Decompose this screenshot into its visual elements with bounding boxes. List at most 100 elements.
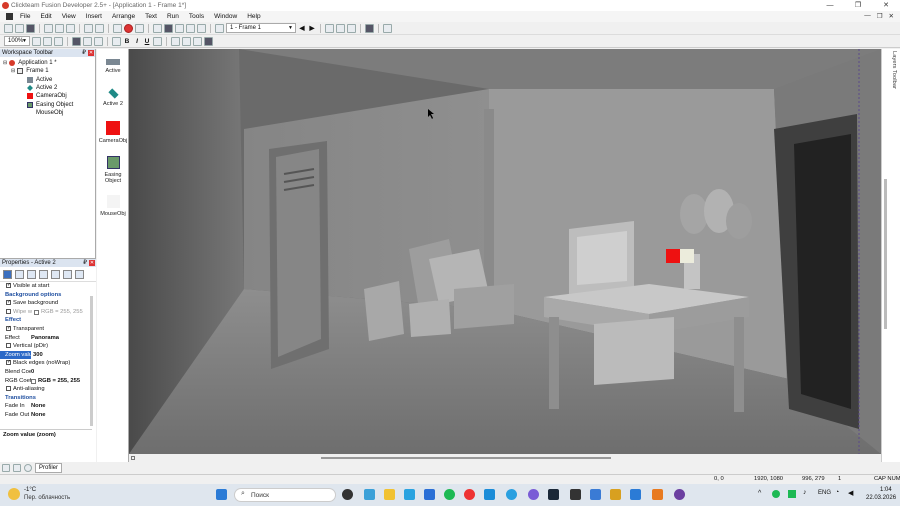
clock-date[interactable]: 22.03.2026 <box>866 495 896 501</box>
prop-transparent[interactable]: Transparent <box>0 324 96 334</box>
frame-select[interactable]: 1 - Frame 1 ▼ <box>226 23 296 33</box>
profiler-icon[interactable] <box>24 464 32 472</box>
start-icon[interactable] <box>216 489 227 500</box>
doc-close-button[interactable]: ✕ <box>889 12 894 20</box>
prop-fade-out[interactable]: Fade Out None <box>0 411 96 420</box>
paste-icon[interactable] <box>66 23 75 33</box>
spotify-icon[interactable] <box>444 489 455 500</box>
prop-rgb-coef[interactable]: RGB CoeffiRGB = 255, 255 <box>0 377 96 386</box>
runtime-tab-icon[interactable] <box>75 270 84 279</box>
prop-zoom-value[interactable]: Zoom valu 300 <box>0 350 96 360</box>
tray-icon[interactable] <box>772 490 780 498</box>
save-icon[interactable] <box>26 23 35 33</box>
prop-fade-in[interactable]: Fade In None <box>0 402 96 411</box>
menu-edit[interactable]: Edit <box>35 13 56 20</box>
weather-icon[interactable] <box>8 488 20 500</box>
yandex-icon[interactable] <box>464 489 475 500</box>
close-icon[interactable]: ✕ <box>89 260 95 266</box>
weather-temp[interactable]: -1°C <box>24 487 36 493</box>
tree-item-active[interactable]: Active <box>0 76 95 84</box>
telegram-icon[interactable] <box>506 489 517 500</box>
layers-toolbar-tab[interactable]: Layers Toolbar <box>891 51 897 89</box>
edge-icon[interactable] <box>404 489 415 500</box>
menu-help[interactable]: Help <box>242 13 265 20</box>
microphone-icon[interactable]: ♪ <box>803 489 807 496</box>
checkbox[interactable] <box>6 308 11 314</box>
shelf-object-mouseobj[interactable]: MouseObj <box>97 195 129 217</box>
italic-button[interactable]: I <box>133 38 141 45</box>
menu-run[interactable]: Run <box>162 13 184 20</box>
event-editor-icon[interactable] <box>175 23 184 33</box>
shelf-object-cameraobj[interactable]: CameraObj <box>97 121 129 144</box>
camera-object[interactable] <box>666 249 680 263</box>
zoom-tool-icon[interactable] <box>43 36 52 46</box>
app-icon[interactable] <box>652 489 663 500</box>
cut-icon[interactable] <box>44 23 53 33</box>
taskview-icon[interactable] <box>342 489 353 500</box>
prop-vertical[interactable]: Vertical (pDir) <box>0 342 96 351</box>
tree-item-mouseobj[interactable]: MouseObj <box>0 109 95 117</box>
frame-properties-icon[interactable] <box>325 23 334 33</box>
menu-insert[interactable]: Insert <box>81 13 107 20</box>
scroll-thumb[interactable] <box>321 457 611 459</box>
checkbox[interactable] <box>6 343 11 349</box>
app-icon[interactable] <box>570 489 581 500</box>
open-icon[interactable] <box>15 23 24 33</box>
prev-frame-icon[interactable]: ◀ <box>298 24 306 32</box>
layer-icon[interactable] <box>336 23 345 33</box>
mail-icon[interactable] <box>424 489 435 500</box>
run-frame-icon[interactable] <box>135 23 144 33</box>
frame-editor-canvas[interactable] <box>129 49 881 454</box>
canvas-horizontal-scrollbar[interactable] <box>129 454 881 462</box>
network-icon[interactable]: ◔ <box>835 489 839 496</box>
prop-effect[interactable]: Effect Panorama <box>0 334 96 343</box>
menu-window[interactable]: Window <box>209 13 242 20</box>
app-menu-icon[interactable] <box>6 13 13 20</box>
properties-scrollbar[interactable] <box>90 296 93 426</box>
folder-icon[interactable] <box>384 489 395 500</box>
clock-time[interactable]: 1:04 <box>880 487 892 493</box>
checkbox[interactable] <box>6 358 11 367</box>
weather-desc[interactable]: Пер. облачность <box>24 495 70 501</box>
clickteam-icon[interactable] <box>674 489 685 500</box>
mouse-object[interactable] <box>680 249 694 263</box>
pin-icon[interactable]: ₽ <box>82 49 86 57</box>
build-icon[interactable] <box>113 23 122 33</box>
tab-a-icon[interactable] <box>2 464 10 472</box>
minimize-button[interactable]: — <box>816 0 844 11</box>
discord-icon[interactable] <box>528 489 539 500</box>
prop-wipe-color[interactable]: Wipe w RGB = 255, 255 <box>0 308 96 317</box>
language-indicator[interactable]: ENG <box>818 490 831 496</box>
text-color-icon[interactable] <box>153 36 162 46</box>
about-tab-icon[interactable] <box>63 270 72 279</box>
collapse-icon[interactable]: ⊟ <box>11 67 15 75</box>
hand-tool-icon[interactable] <box>32 36 41 46</box>
align-left-icon[interactable] <box>171 36 180 46</box>
shelf-object-active[interactable]: Active <box>97 55 129 74</box>
checkbox[interactable] <box>6 324 11 333</box>
fit-icon[interactable] <box>204 36 213 46</box>
view-mode-2-icon[interactable] <box>83 36 92 46</box>
event-list-editor-icon[interactable] <box>186 23 195 33</box>
run-application-icon[interactable] <box>124 23 133 33</box>
frame-editor-icon[interactable] <box>164 23 173 33</box>
new-icon[interactable] <box>4 23 13 33</box>
prop-anti-aliasing[interactable]: Anti-aliasing <box>0 385 96 394</box>
tree-item-frame[interactable]: ⊟ Frame 1 <box>0 67 95 75</box>
font-icon[interactable] <box>112 36 121 46</box>
storyboard-editor-icon[interactable] <box>153 23 162 33</box>
tree-item-easing-object[interactable]: Easing Object <box>0 100 95 108</box>
menu-tools[interactable]: Tools <box>184 13 209 20</box>
pin-icon[interactable]: ₽ <box>83 259 87 267</box>
copy-icon[interactable] <box>55 23 64 33</box>
bold-button[interactable]: B <box>123 38 131 45</box>
chevron-up-icon[interactable]: ^ <box>758 490 761 497</box>
tree-item-cameraobj[interactable]: CameraObj <box>0 92 95 100</box>
menu-view[interactable]: View <box>57 13 81 20</box>
checkbox[interactable] <box>6 281 11 290</box>
close-icon[interactable]: ✕ <box>88 50 94 56</box>
tray-icon[interactable] <box>788 490 796 498</box>
collapse-icon[interactable]: ⊟ <box>3 59 7 67</box>
doc-restore-button[interactable]: ❐ <box>877 12 883 20</box>
view-options-icon[interactable] <box>347 23 356 33</box>
